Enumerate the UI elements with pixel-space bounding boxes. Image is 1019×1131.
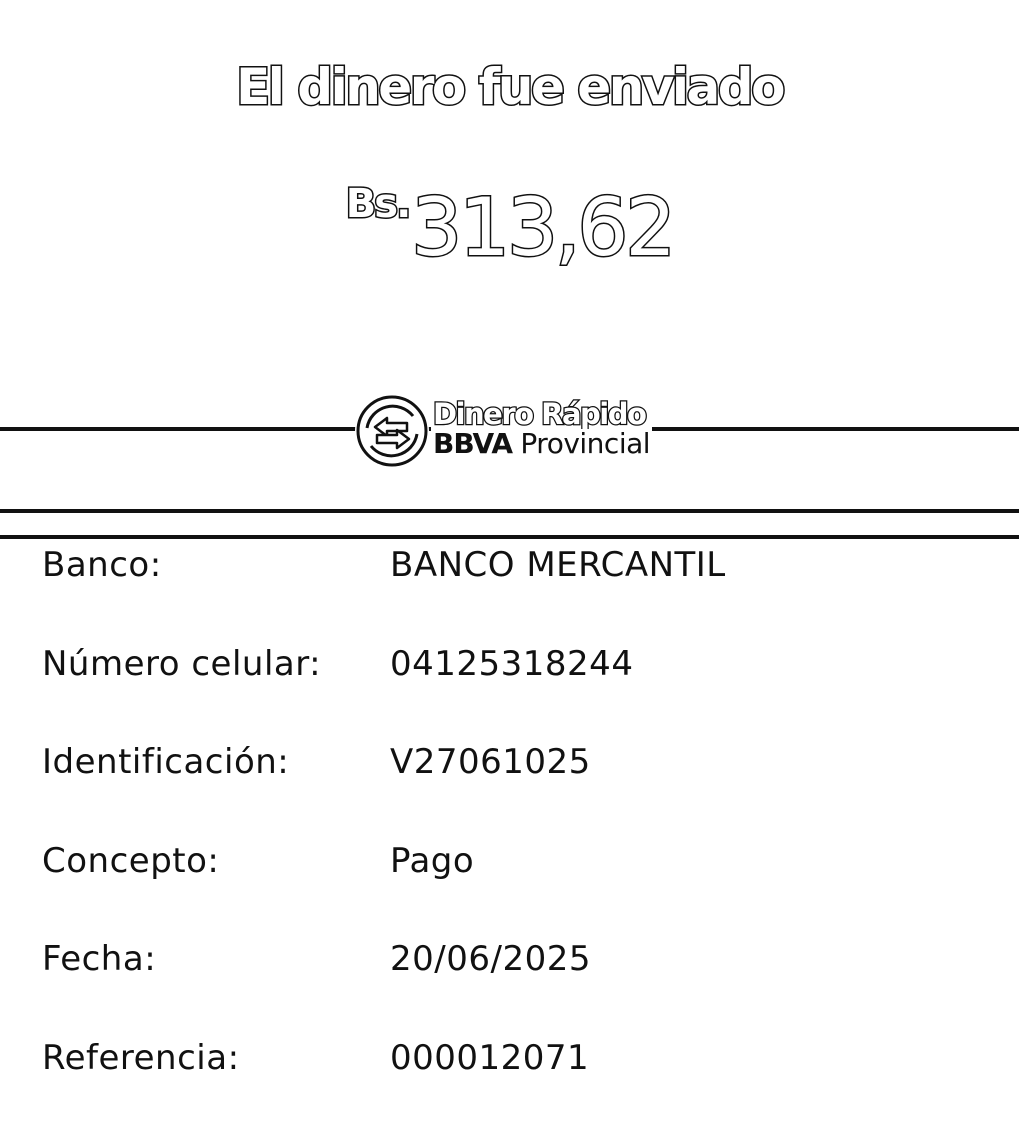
detail-row-concepto: Concepto: Pago (0, 836, 1019, 935)
detail-value: BANCO MERCANTIL (390, 545, 726, 585)
logo-brand-suffix: Provincial (520, 427, 650, 460)
detail-label: Número celular: (42, 644, 321, 684)
detail-label: Identificación: (42, 742, 289, 782)
detail-value: V27061025 (390, 742, 591, 782)
detail-value: 04125318244 (390, 644, 633, 684)
detail-row-numero-celular: Número celular: 04125318244 (0, 639, 1019, 738)
detail-row-fecha: Fecha: 20/06/2025 (0, 934, 1019, 1033)
currency-symbol: Bs. (346, 181, 410, 227)
detail-label: Concepto: (42, 841, 219, 881)
logo-text: Dinero Rápido BBVA Provincial (431, 399, 652, 459)
logo-brand: BBVA (433, 427, 512, 460)
detail-row-banco: Banco: BANCO MERCANTIL (0, 540, 1019, 639)
divider-middle (0, 509, 1019, 513)
logo-bank-name: BBVA Provincial (431, 429, 652, 459)
transfer-amount: Bs.313,62 (0, 178, 1019, 278)
exchange-arrows-icon (355, 394, 429, 468)
detail-row-identificacion: Identificación: V27061025 (0, 737, 1019, 836)
amount-value: 313,62 (411, 181, 673, 274)
divider-bottom (0, 535, 1019, 539)
detail-label: Fecha: (42, 939, 156, 979)
detail-label: Referencia: (42, 1038, 240, 1078)
logo-product-name: Dinero Rápido (431, 399, 652, 429)
detail-row-referencia: Referencia: 000012071 (0, 1033, 1019, 1131)
dinero-rapido-logo: Dinero Rápido BBVA Provincial (355, 393, 652, 469)
detail-value: 000012071 (390, 1038, 589, 1078)
transfer-details: Banco: BANCO MERCANTIL Número celular: 0… (0, 540, 1019, 1131)
page-title: El dinero fue enviado (0, 52, 1019, 122)
detail-value: 20/06/2025 (390, 939, 591, 979)
detail-label: Banco: (42, 545, 162, 585)
detail-value: Pago (390, 841, 474, 881)
